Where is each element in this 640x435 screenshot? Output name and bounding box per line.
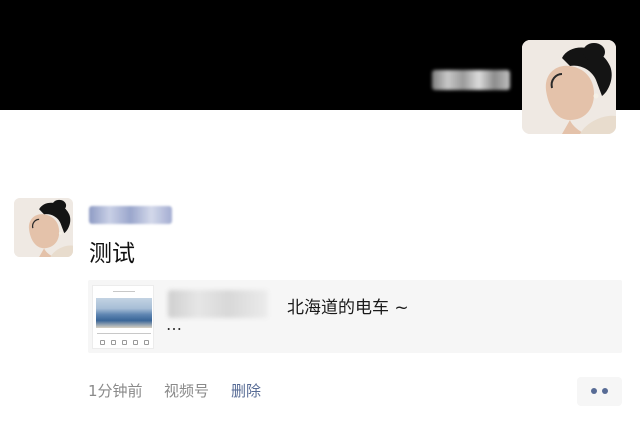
post-time: 1分钟前 — [88, 382, 143, 400]
user-avatar-icon — [522, 40, 616, 134]
more-dots-icon — [591, 388, 597, 394]
profile-avatar[interactable] — [522, 40, 616, 134]
poster-avatar[interactable] — [14, 198, 73, 257]
post-text: 测试 — [89, 241, 135, 267]
music-video-thumbnail-icon — [92, 285, 154, 349]
more-dots-icon — [602, 388, 608, 394]
more-options-button[interactable] — [577, 377, 622, 406]
user-avatar-icon — [14, 198, 73, 257]
shared-card-ellipsis: … — [166, 315, 183, 334]
blurred-card-title — [168, 290, 268, 318]
delete-button[interactable]: 删除 — [231, 380, 261, 401]
blurred-poster-name[interactable] — [89, 206, 172, 224]
blurred-user-name — [432, 70, 510, 90]
shared-card-title: 北海道的电车 ~ — [287, 298, 409, 318]
post-source-channels[interactable]: 视频号 — [164, 380, 209, 401]
